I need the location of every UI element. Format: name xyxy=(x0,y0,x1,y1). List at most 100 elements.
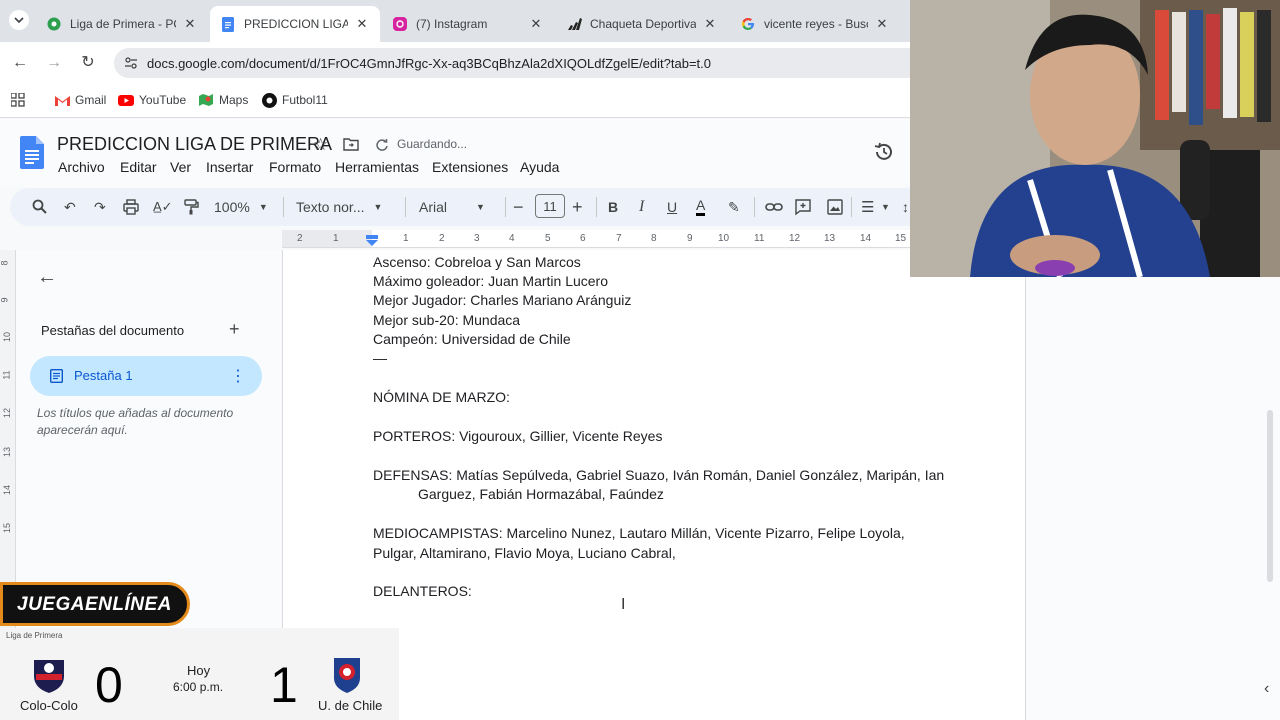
line-spacing-icon[interactable]: ↕ xyxy=(902,197,909,217)
underline-icon[interactable]: U xyxy=(667,197,677,217)
soccer-ball-icon xyxy=(46,16,62,32)
add-tab-icon[interactable]: + xyxy=(229,319,240,340)
bookmark-maps[interactable]: Maps xyxy=(198,92,248,108)
doc-line[interactable]: PORTEROS: Vigouroux, Gillier, Vicente Re… xyxy=(373,428,662,444)
star-icon[interactable]: ☆ xyxy=(313,135,328,155)
gmail-icon xyxy=(54,92,70,108)
doc-line[interactable]: DEFENSAS: Matías Sepúlveda, Gabriel Suaz… xyxy=(373,467,944,483)
u-de-chile-crest-icon xyxy=(334,658,360,693)
sidebar-hint: Los títulos que añadas al documento apar… xyxy=(37,406,234,437)
bookmark-youtube[interactable]: YouTube xyxy=(118,92,186,108)
highlight-color-icon[interactable]: ✎ xyxy=(728,197,740,217)
close-tab-icon[interactable]: ✕ xyxy=(182,16,198,32)
back-arrow-icon[interactable]: ← xyxy=(10,53,30,73)
ruler-margin-left xyxy=(282,230,372,247)
site-info-icon[interactable] xyxy=(124,56,138,70)
vertical-scrollbar[interactable] xyxy=(1267,410,1273,582)
back-arrow-icon[interactable]: ← xyxy=(37,266,57,289)
close-tab-icon[interactable]: ✕ xyxy=(354,16,370,32)
font-select[interactable]: Arial ▼ xyxy=(419,197,491,217)
redo-icon[interactable]: ↷ xyxy=(94,197,106,217)
more-options-icon[interactable]: ⋮ xyxy=(230,366,246,386)
close-tab-icon[interactable]: ✕ xyxy=(702,16,718,32)
docs-logo-icon[interactable] xyxy=(20,136,44,169)
doc-line[interactable]: DELANTEROS: xyxy=(373,583,472,599)
italic-icon[interactable]: I xyxy=(639,197,644,217)
doc-line[interactable]: Mejor Jugador: Charles Mariano Aránguiz xyxy=(373,292,631,308)
google-icon xyxy=(740,16,756,32)
browser-tab-active[interactable]: PREDICCION LIGA DE ✕ xyxy=(210,6,380,42)
toolbar-divider xyxy=(596,197,597,217)
maps-icon xyxy=(198,92,214,108)
dropdown-arrow-icon[interactable]: ▼ xyxy=(881,197,890,217)
indent-marker-icon[interactable] xyxy=(366,235,378,247)
sidebar-heading: Pestañas del documento xyxy=(41,323,185,338)
document-title[interactable]: PREDICCION LIGA DE PRIMERA xyxy=(57,134,332,155)
tab-search-button[interactable] xyxy=(9,10,29,30)
doc-line[interactable]: Mejor sub-20: Mundaca xyxy=(373,312,520,328)
font-size-input[interactable]: 11 xyxy=(535,194,565,218)
zoom-select[interactable]: 100% ▼ xyxy=(214,197,272,217)
undo-icon[interactable]: ↶ xyxy=(64,197,76,217)
menu-formato[interactable]: Formato xyxy=(269,159,321,175)
doc-line[interactable]: — xyxy=(373,350,387,366)
match-day: Hoy xyxy=(187,663,211,678)
search-menus-icon[interactable] xyxy=(32,197,48,217)
doc-line[interactable]: NÓMINA DE MARZO: xyxy=(373,389,510,405)
bookmark-futbol11[interactable]: Futbol11 xyxy=(261,92,328,108)
away-team-name: U. de Chile xyxy=(318,698,383,713)
increase-font-size-icon[interactable]: + xyxy=(572,197,583,217)
close-tab-icon[interactable]: ✕ xyxy=(874,16,890,32)
document-tab-icon xyxy=(50,369,63,383)
adidas-icon xyxy=(566,16,582,32)
browser-tab-strip: Liga de Primera - POS ✕ PREDICCION LIGA … xyxy=(0,0,910,42)
move-folder-icon[interactable] xyxy=(343,138,359,151)
menu-archivo[interactable]: Archivo xyxy=(58,159,105,175)
bold-icon[interactable]: B xyxy=(608,197,618,217)
colo-colo-crest-icon xyxy=(34,660,64,693)
forward-arrow-icon[interactable]: → xyxy=(44,53,64,73)
menu-insertar[interactable]: Insertar xyxy=(206,159,253,175)
align-left-icon[interactable]: ☰ xyxy=(861,197,874,217)
bookmark-gmail[interactable]: Gmail xyxy=(54,92,106,108)
doc-line[interactable]: Garguez, Fabián Hormazábal, Faúndez xyxy=(418,486,664,502)
toolbar-divider xyxy=(754,197,755,217)
reload-icon[interactable]: ↻ xyxy=(78,53,98,73)
address-bar[interactable]: docs.google.com/document/d/1FrOC4GmnJfRg… xyxy=(114,48,910,78)
paragraph-style-select[interactable]: Texto nor... ▼ xyxy=(296,197,394,217)
add-comment-icon[interactable] xyxy=(795,197,811,217)
menu-editar[interactable]: Editar xyxy=(120,159,157,175)
sidebar-tab-label: Pestaña 1 xyxy=(74,368,133,383)
browser-tab[interactable]: vicente reyes - Buscar ✕ xyxy=(730,6,900,42)
doc-line[interactable]: Pulgar, Altamirano, Flavio Moya, Luciano… xyxy=(373,545,676,561)
match-time: 6:00 p.m. xyxy=(173,680,224,694)
doc-line[interactable]: MEDIOCAMPISTAS: Marcelino Nunez, Lautaro… xyxy=(373,525,905,541)
insert-image-icon[interactable] xyxy=(827,197,843,217)
doc-line[interactable]: Ascenso: Cobreloa y San Marcos xyxy=(373,254,581,270)
browser-tab[interactable]: (7) Instagram ✕ xyxy=(382,6,554,42)
decrease-font-size-icon[interactable]: − xyxy=(513,197,524,217)
chevron-down-icon xyxy=(14,17,24,24)
menu-herramientas[interactable]: Herramientas xyxy=(335,159,419,175)
docs-icon xyxy=(220,16,236,32)
text-color-icon[interactable]: A xyxy=(696,197,706,216)
close-tab-icon[interactable]: ✕ xyxy=(528,16,544,32)
match-scoreboard[interactable]: Liga de Primera Colo-Colo 0 Hoy 6:00 p.m… xyxy=(0,628,399,720)
menu-ver[interactable]: Ver xyxy=(170,159,191,175)
browser-tab[interactable]: Liga de Primera - POS ✕ xyxy=(36,6,208,42)
insert-link-icon[interactable] xyxy=(765,197,783,217)
doc-line[interactable]: Campeón: Universidad de Chile xyxy=(373,331,571,347)
browser-tab[interactable]: Chaqueta Deportiva l ✕ xyxy=(556,6,728,42)
chevron-left-icon[interactable]: ‹ xyxy=(1264,680,1269,698)
menu-ayuda[interactable]: Ayuda xyxy=(520,159,559,175)
print-icon[interactable] xyxy=(123,197,139,217)
version-history-icon[interactable] xyxy=(873,141,895,163)
away-score: 1 xyxy=(270,657,298,713)
sidebar-tab-item[interactable]: Pestaña 1 ⋮ xyxy=(30,356,262,396)
spellcheck-icon[interactable]: A̲✓ xyxy=(153,197,173,217)
doc-line[interactable]: Máximo goleador: Juan Martin Lucero xyxy=(373,273,608,289)
paint-format-icon[interactable] xyxy=(183,197,199,217)
menu-extensiones[interactable]: Extensiones xyxy=(432,159,508,175)
toolbar-divider xyxy=(405,197,406,217)
apps-icon[interactable] xyxy=(11,93,25,107)
